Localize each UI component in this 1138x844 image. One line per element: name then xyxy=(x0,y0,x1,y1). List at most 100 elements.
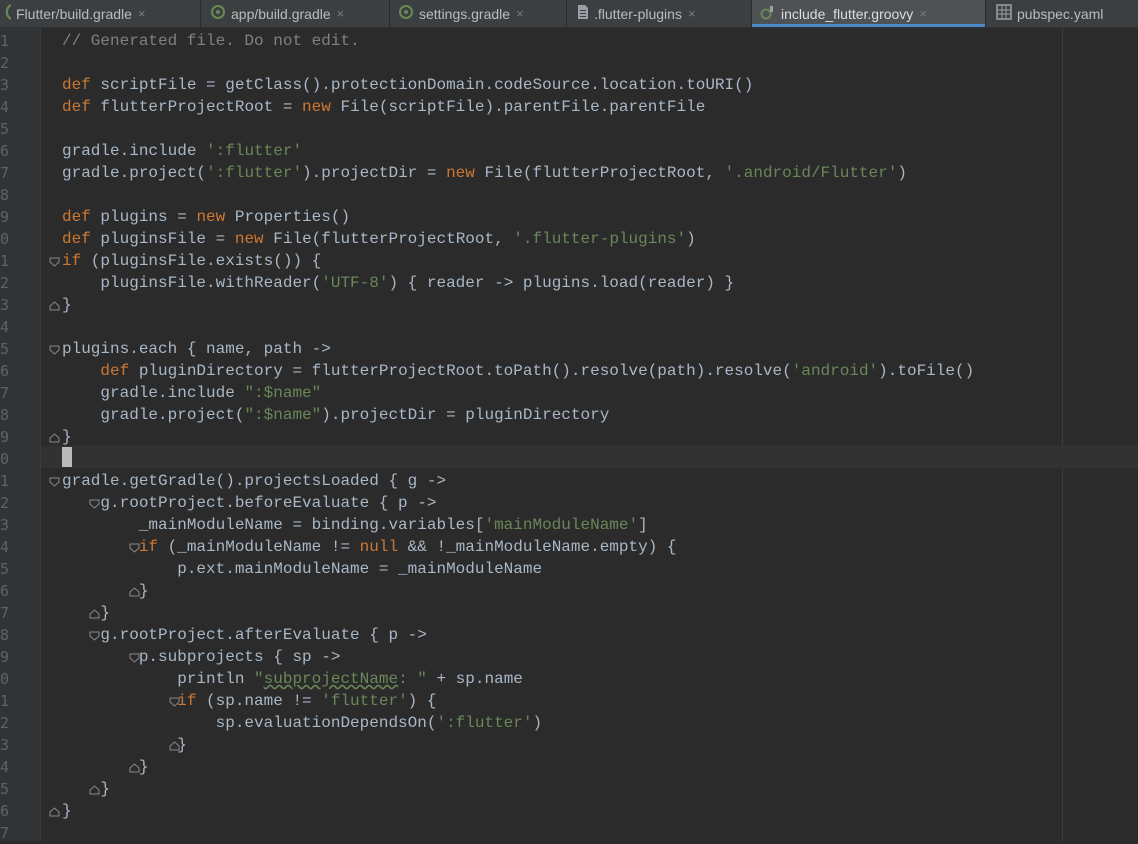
tab-pubspec-yaml[interactable]: pubspec.yaml xyxy=(986,0,1138,27)
groovy-icon xyxy=(760,4,776,23)
code-token: ) xyxy=(532,714,543,732)
tab-settings-gradle[interactable]: settings.gradle × xyxy=(390,0,566,27)
fold-open-icon[interactable] xyxy=(169,697,180,707)
line-number: 2 xyxy=(0,494,8,512)
code-line: p.ext.mainModuleName = _mainModuleName xyxy=(62,558,542,580)
gutter-divider xyxy=(40,28,41,841)
code-token: def xyxy=(62,208,91,226)
close-icon[interactable]: × xyxy=(138,6,146,21)
fold-open-icon[interactable] xyxy=(129,543,140,553)
code-token: ) xyxy=(686,230,696,248)
tab-label: pubspec.yaml xyxy=(1017,5,1104,22)
code-token: 'UTF-8' xyxy=(321,274,389,292)
tab-app-build-gradle[interactable]: app/build.gradle × xyxy=(201,0,389,27)
code-line: gradle.project(":$name").projectDir = pl… xyxy=(62,404,609,426)
line-number: 9 xyxy=(0,208,8,226)
tab-flutter-build-gradle[interactable]: Flutter/build.gradle × xyxy=(0,0,200,27)
code-token: } xyxy=(62,604,111,622)
code-token: def xyxy=(62,76,91,94)
code-token: p.ext.mainModuleName = _mainModuleName xyxy=(62,560,543,578)
tab-include-flutter-groovy[interactable]: include_flutter.groovy × xyxy=(752,0,985,27)
line-number: 6 xyxy=(0,142,8,160)
code-token: (sp.name != xyxy=(196,692,322,710)
fold-open-icon[interactable] xyxy=(49,257,60,267)
code-line: } xyxy=(62,800,72,822)
line-number: 3 xyxy=(0,736,8,754)
code-token: ).projectDir = xyxy=(302,164,447,182)
tab-label: .flutter-plugins xyxy=(594,5,682,22)
code-token: ] xyxy=(638,516,648,534)
current-line-highlight xyxy=(41,446,1138,468)
line-number: 0 xyxy=(0,450,8,468)
fold-close-icon[interactable] xyxy=(169,741,180,751)
code-token: def xyxy=(62,230,91,248)
line-number: 4 xyxy=(0,538,8,556)
code-line: gradle.include ':flutter' xyxy=(62,140,302,162)
line-number: 9 xyxy=(0,428,8,446)
code-line: plugins.each { name, path -> xyxy=(62,338,331,360)
close-icon[interactable]: × xyxy=(688,6,696,21)
code-line: p.subprojects { sp -> xyxy=(62,646,341,668)
line-number: 5 xyxy=(0,780,8,798)
code-token: pluginsFile.withReader( xyxy=(62,274,322,292)
code-token: pluginDirectory = flutterProjectRoot.toP… xyxy=(129,362,792,380)
gradle-icon xyxy=(210,4,226,23)
code-token: File(flutterProjectRoot, xyxy=(263,230,514,248)
code-line: def pluginDirectory = flutterProjectRoot… xyxy=(62,360,974,382)
code-token: def xyxy=(100,362,130,380)
code-line: _mainModuleName = binding.variables['mai… xyxy=(62,514,648,536)
code-token: File(scriptFile).parentFile.parentFile xyxy=(330,98,706,116)
line-number: 4 xyxy=(0,98,8,116)
fold-open-icon[interactable] xyxy=(49,345,60,355)
fold-close-icon[interactable] xyxy=(89,609,100,619)
line-number: 2 xyxy=(0,274,8,292)
code-token: } xyxy=(62,780,111,798)
tab-label: settings.gradle xyxy=(419,5,511,22)
tab-label: Flutter/build.gradle xyxy=(16,5,132,22)
code-token: && !_mainModuleName.empty) { xyxy=(398,538,677,556)
close-icon[interactable]: × xyxy=(516,6,524,21)
line-number: 4 xyxy=(0,758,8,776)
code-line: pluginsFile.withReader('UTF-8') { reader… xyxy=(62,272,734,294)
line-number: 4 xyxy=(0,318,8,336)
fold-close-icon[interactable] xyxy=(49,807,60,817)
fold-open-icon[interactable] xyxy=(89,499,100,509)
code-line: def flutterProjectRoot = new File(script… xyxy=(62,96,705,118)
tab-label: include_flutter.groovy xyxy=(781,5,914,22)
code-token: ":$name" xyxy=(244,384,322,402)
code-token: ':flutter' xyxy=(206,142,303,160)
code-token: if xyxy=(62,252,82,270)
close-icon[interactable]: × xyxy=(919,6,927,21)
line-number: 8 xyxy=(0,406,8,424)
fold-open-icon[interactable] xyxy=(89,631,100,641)
code-token: (pluginsFile.exists()) { xyxy=(81,252,322,270)
code-line: } xyxy=(62,602,110,624)
fold-close-icon[interactable] xyxy=(129,763,140,773)
code-token: + sp.name xyxy=(426,670,523,688)
code-token: new xyxy=(302,98,331,116)
code-token: gradle.include xyxy=(62,384,245,402)
line-number: 6 xyxy=(0,802,8,820)
code-token: subprojectName xyxy=(263,670,399,688)
code-token: 'android' xyxy=(791,362,879,380)
line-number: 2 xyxy=(0,54,8,72)
tab-flutter-plugins[interactable]: .flutter-plugins × xyxy=(567,0,751,27)
code-token: scriptFile = getClass().protectionDomain… xyxy=(90,76,754,94)
code-token: ) { reader -> plugins.load(reader) } xyxy=(388,274,735,292)
line-number: 0 xyxy=(0,230,8,248)
fold-close-icon[interactable] xyxy=(89,785,100,795)
fold-close-icon[interactable] xyxy=(129,587,140,597)
close-icon[interactable]: × xyxy=(337,6,345,21)
fold-close-icon[interactable] xyxy=(49,433,60,443)
fold-close-icon[interactable] xyxy=(49,301,60,311)
gradle-icon xyxy=(0,3,12,24)
code-token: flutterProjectRoot = xyxy=(90,98,303,116)
line-number: 5 xyxy=(0,120,8,138)
code-token: sp.evaluationDependsOn( xyxy=(62,714,437,732)
line-number: 2 xyxy=(0,714,8,732)
fold-open-icon[interactable] xyxy=(49,477,60,487)
fold-open-icon[interactable] xyxy=(129,653,140,663)
line-number: 5 xyxy=(0,340,8,358)
code-line: println "subprojectName: " + sp.name xyxy=(62,668,523,690)
